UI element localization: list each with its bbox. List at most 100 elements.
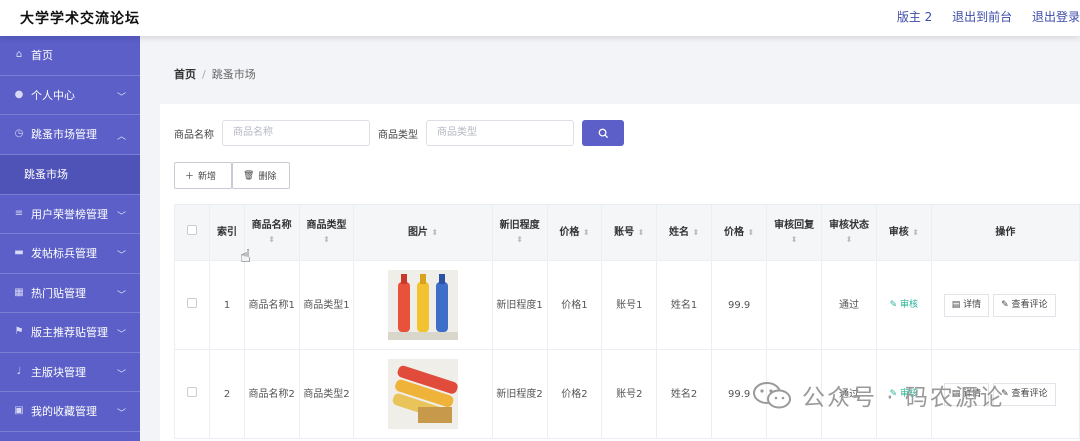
breadcrumb-current: 跳蚤市场 <box>211 68 256 81</box>
edit-icon: ✎ <box>1001 299 1012 310</box>
flag-icon: ⚑ <box>14 326 24 338</box>
breadcrumb-bar: 首页 / 跳蚤市场 <box>160 44 1080 98</box>
detail-button[interactable]: ▤ 详情 <box>943 293 990 317</box>
column-header-label: 价格 <box>724 226 745 238</box>
account-cell: 账号1 <box>601 260 658 350</box>
row-select-cell <box>173 260 211 350</box>
sidebar-item-home[interactable]: ⌂ 首页 <box>0 36 140 76</box>
column-header-label: 索引 <box>217 226 238 238</box>
plus-icon: ＋ <box>185 172 195 182</box>
top-bar: 大学学术交流论坛 版主 2 退出到前台 退出登录 <box>0 0 1080 36</box>
sort-icon[interactable]: ⬍ <box>493 233 547 247</box>
add-button[interactable]: ＋新增 <box>174 162 232 189</box>
sidebar-item-main-board[interactable]: ♩ 主版块管理 ﹀ <box>0 353 140 392</box>
row-checkbox[interactable] <box>187 297 198 308</box>
delete-button[interactable]: 🗑 删除 <box>232 162 290 189</box>
column-header[interactable]: 新旧程度 ⬍ <box>491 204 548 261</box>
sidebar-item-label: 版主推荐贴管理 <box>31 326 108 340</box>
condition-cell: 新旧程度2 <box>491 349 548 439</box>
add-button-label: 新增 <box>198 172 217 182</box>
product-image <box>388 270 459 340</box>
column-header[interactable]: 审核状态 ⬍ <box>821 204 877 261</box>
sort-icon[interactable]: ⬍ <box>912 228 919 237</box>
column-header[interactable]: 商品名称 ⬍ <box>243 204 300 261</box>
sort-icon[interactable]: ⬍ <box>638 228 645 237</box>
watermark: 公众号 · 码农源论 <box>752 378 1005 412</box>
sidebar-item-post-star[interactable]: ▬ 发帖标兵管理 ﹀ <box>0 234 140 274</box>
sort-icon[interactable]: ⬍ <box>583 228 590 237</box>
status-cell: 通过 <box>821 260 877 350</box>
home-icon: ⌂ <box>15 49 23 61</box>
actions-cell: ▤ 详情 ✎ 查看评论 <box>930 260 1080 350</box>
delete-button-label: 删除 <box>258 172 277 182</box>
comments-label: 查看评论 <box>1011 299 1048 310</box>
price-cell: 价格2 <box>546 349 603 439</box>
condition-cell: 新旧程度1 <box>491 260 548 350</box>
column-header-label: 审核回复 <box>774 219 815 231</box>
table-row: 1 商品名称1 商品类型1 新旧程度1 价格1 账号1 姓名1 99.9 通过 … <box>173 260 1080 350</box>
type-cell: 商品类型2 <box>298 349 355 439</box>
select-all-checkbox[interactable] <box>187 225 198 235</box>
chevron-down-icon: ﹀ <box>116 330 126 340</box>
sort-icon[interactable]: ⬍ <box>431 228 438 237</box>
column-header-label: 账号 <box>614 226 635 238</box>
column-header-label: 价格 <box>559 226 580 238</box>
sidebar-item-hot-posts[interactable]: ▦ 热门贴管理 ﹀ <box>0 274 140 313</box>
column-header[interactable]: 账号 ⬍ <box>601 204 658 261</box>
column-header[interactable]: 价格 ⬍ <box>711 204 768 261</box>
chevron-up-icon: ︿ <box>116 132 126 142</box>
name-cell: 商品名称2 <box>243 349 300 439</box>
watermark-text: 公众号 · 码农源论 <box>802 385 1005 411</box>
column-header[interactable]: 商品类型 ⬍ <box>298 204 355 261</box>
review-link[interactable]: ✎ 审核 <box>890 300 918 310</box>
type-search-input[interactable]: 商品类型 <box>426 120 574 146</box>
sort-icon[interactable]: ⬍ <box>693 228 700 237</box>
sidebar-subitem-flea-market[interactable]: 跳蚤市场 <box>0 154 140 195</box>
row-checkbox[interactable] <box>187 386 198 397</box>
back-to-front-link[interactable]: 退出到前台 <box>952 10 1012 24</box>
sidebar-item-personal-center[interactable]: ● 个人中心 ﹀ <box>0 76 140 115</box>
action-buttons: ＋新增 🗑 删除 <box>174 162 290 189</box>
sort-icon[interactable]: ⬍ <box>822 233 876 247</box>
type-search-label: 商品类型 <box>378 129 418 141</box>
breadcrumb-home[interactable]: 首页 <box>174 68 196 81</box>
sidebar-item-my-collections[interactable]: ▣ 我的收藏管理 ﹀ <box>0 392 140 432</box>
site-title: 大学学术交流论坛 <box>20 11 140 27</box>
chevron-down-icon: ﹀ <box>116 211 126 222</box>
sort-icon[interactable]: ⬍ <box>245 233 299 247</box>
detail-icon: ▤ <box>951 299 964 310</box>
search-button[interactable] <box>582 120 624 146</box>
sidebar-item-honor-board[interactable]: ≡ 用户荣誉榜管理 ﹀ <box>0 195 140 234</box>
sidebar-item-label: 跳蚤市场 <box>24 168 68 181</box>
realname-cell: 姓名1 <box>656 260 713 350</box>
monitor-icon: ▬ <box>14 247 24 259</box>
name-search-input[interactable]: 商品名称 <box>222 120 370 146</box>
column-header[interactable]: 价格 ⬍ <box>546 204 603 261</box>
search-icon <box>598 128 608 138</box>
sort-icon[interactable]: ⬍ <box>300 233 354 247</box>
user-icon: ● <box>14 88 24 100</box>
column-header[interactable]: 审核 ⬍ <box>875 204 932 261</box>
chevron-down-icon: ﹀ <box>116 92 126 103</box>
top-right-links: 版主 2 退出到前台 退出登录 <box>881 8 1080 25</box>
select-all-header <box>173 204 211 261</box>
chevron-down-icon: ﹀ <box>116 290 126 301</box>
sidebar-item-recommended-posts[interactable]: ⚑ 版主推荐贴管理 ﹀ <box>0 313 140 353</box>
reply-cell <box>766 260 823 350</box>
column-header[interactable]: 图片 ⬍ <box>353 204 493 261</box>
image-cell <box>353 260 493 350</box>
column-header[interactable]: 审核回复 ⬍ <box>766 204 823 261</box>
name-search-label: 商品名称 <box>174 129 214 141</box>
sort-icon[interactable]: ⬍ <box>748 228 755 237</box>
logout-link[interactable]: 退出登录 <box>1032 10 1080 24</box>
list-icon: ≡ <box>14 207 24 219</box>
search-form: 商品名称 商品名称 商品类型 商品类型 <box>174 120 624 146</box>
sort-icon[interactable]: ⬍ <box>767 233 821 247</box>
column-header[interactable]: 姓名 ⬍ <box>656 204 713 261</box>
column-header-label: 商品类型 <box>306 219 347 231</box>
price-cell: 价格1 <box>546 260 603 350</box>
grid-icon: ▦ <box>14 286 24 298</box>
view-comments-button[interactable]: ✎ 查看评论 <box>993 293 1056 317</box>
sidebar-item-flea-market-admin[interactable]: ◷ 跳蚤市场管理 ︿ <box>0 115 140 155</box>
chevron-down-icon: ﹀ <box>116 369 126 380</box>
